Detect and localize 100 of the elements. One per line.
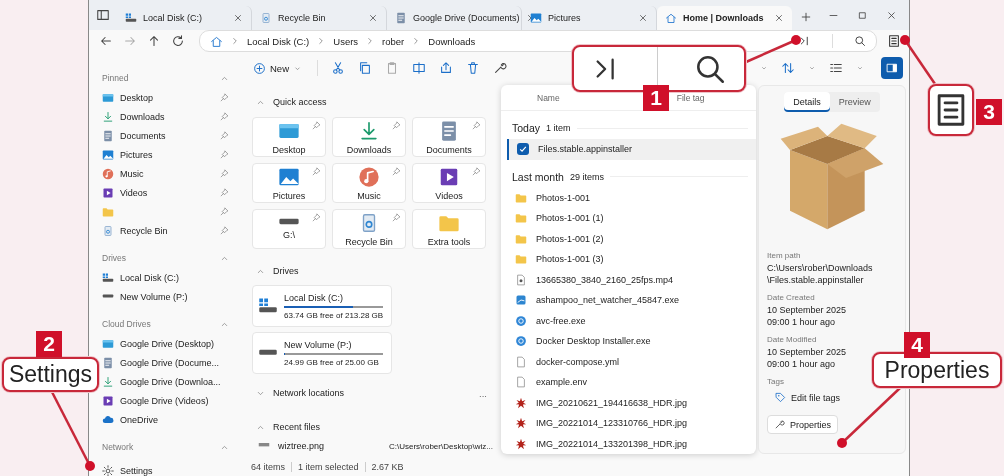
file-name: Files.stable.appinstaller [538, 144, 633, 155]
sidebar-item[interactable]: Videos [120, 187, 148, 198]
file-row[interactable]: 13665380_3840_2160_25fps.mp4 [501, 269, 756, 290]
file-name[interactable]: wiztree.png [278, 441, 325, 451]
plus-icon[interactable] [800, 11, 812, 23]
search-icon[interactable] [854, 35, 866, 47]
sidebar-item[interactable]: Documents [120, 130, 166, 141]
close-icon[interactable] [886, 9, 897, 21]
sidebar-item[interactable]: OneDrive [120, 414, 158, 425]
list-view-icon[interactable] [829, 61, 843, 75]
file-row[interactable]: avc-free.exe [501, 310, 756, 331]
file-row[interactable]: IMG_20210621_194416638_HDR.jpg [501, 392, 756, 413]
address-bar[interactable]: Local Disk (C:) Users rober Downloads [199, 30, 877, 52]
section-label[interactable]: Quick access [273, 97, 327, 107]
wrench-icon[interactable] [493, 61, 507, 75]
document-icon [395, 12, 407, 24]
folder-tile[interactable]: Documents [412, 117, 486, 157]
file-row[interactable]: Photos-1-001 (3) [501, 249, 756, 270]
column-header[interactable]: File tag [676, 92, 705, 103]
sidebar-item[interactable]: Google Drive (Downloa... [120, 376, 221, 387]
folder-tile[interactable]: Pictures [252, 163, 326, 203]
close-icon[interactable] [233, 13, 243, 23]
folder-tile[interactable]: Music [332, 163, 406, 203]
sidebar-item[interactable]: New Volume (P:) [120, 291, 188, 302]
close-icon[interactable] [638, 13, 648, 23]
back-icon[interactable] [99, 34, 113, 48]
refresh-icon[interactable] [171, 34, 185, 48]
drive-card[interactable]: New Volume (P:) 24.99 GB free of 25.00 GB [252, 332, 392, 374]
section-label[interactable]: Drives [273, 266, 299, 276]
pane-tab[interactable]: Preview [829, 92, 880, 112]
checkbox[interactable] [517, 143, 529, 156]
sidebar-icon[interactable] [96, 8, 110, 22]
file-row[interactable]: IMG_20221014_133201398_HDR.jpg [501, 433, 756, 454]
column-header[interactable]: Name [537, 92, 560, 103]
file-row[interactable]: Photos-1-001 (1) [501, 208, 756, 229]
share-icon[interactable] [439, 61, 453, 75]
breadcrumb-item[interactable]: Downloads [428, 35, 476, 47]
details-pane-icon[interactable] [887, 34, 901, 48]
section-label[interactable]: Recent files [273, 422, 321, 432]
settings-item[interactable]: Settings [120, 466, 153, 476]
sidebar-item[interactable]: Google Drive (Docume... [120, 357, 220, 368]
file-row[interactable]: Docker Desktop Installer.exe [501, 331, 756, 352]
wrench-icon [774, 419, 785, 430]
file-name: ashampoo_net_watcher_45847.exe [536, 295, 680, 306]
file-name: IMG_20221014_133201398_HDR.jpg [536, 438, 688, 449]
pane-tab[interactable]: Details [784, 92, 830, 112]
up-icon[interactable] [147, 34, 161, 48]
file-row[interactable]: Photos-1-001 [501, 187, 756, 208]
file-row[interactable]: Files.stable.appinstaller [507, 139, 756, 160]
windows-drive-icon [125, 12, 137, 24]
properties-button[interactable]: Properties [767, 415, 839, 434]
status-text: 1 item selected [291, 462, 365, 472]
sidebar-item[interactable]: Local Disk (C:) [120, 272, 179, 283]
folder-tile[interactable]: Desktop [252, 117, 326, 157]
rename-icon[interactable] [412, 61, 426, 75]
close-icon[interactable] [774, 13, 784, 23]
breadcrumb-item[interactable]: Local Disk (C:) [247, 35, 310, 47]
file-row[interactable]: Photos-1-001 (2) [501, 228, 756, 249]
sidebar-item[interactable]: Google Drive (Desktop) [120, 338, 215, 349]
copy-icon[interactable] [358, 61, 372, 75]
drive-card[interactable]: Local Disk (C:) 63.74 GB free of 213.28 GB [252, 285, 392, 327]
new-button[interactable]: New [251, 59, 304, 77]
sidebar-item[interactable]: Google Drive (Videos) [120, 395, 209, 406]
chevron-bar-icon[interactable] [799, 35, 811, 47]
caret-icon [856, 64, 864, 72]
file-row[interactable]: docker-compose.yml [501, 351, 756, 372]
trash-icon[interactable] [466, 61, 480, 75]
callout-label: Properties [872, 352, 1002, 388]
section-label[interactable]: Network locations [273, 388, 345, 398]
folder-tile[interactable]: Recycle Bin [332, 209, 406, 249]
more-button[interactable]: ... [479, 387, 487, 399]
folder-tile[interactable]: Extra tools [412, 209, 486, 249]
breadcrumb-item[interactable]: Users [333, 35, 359, 47]
sidebar-item[interactable]: Recycle Bin [120, 225, 168, 236]
scissors-icon[interactable] [331, 61, 345, 75]
file-row[interactable]: IMG_20221014_123310766_HDR.jpg [501, 413, 756, 434]
folder-icon [515, 212, 527, 225]
close-icon[interactable] [368, 13, 378, 23]
sidebar-item[interactable]: Downloads [120, 111, 165, 122]
folder-tile[interactable]: Downloads [332, 117, 406, 157]
tile-label: Extra tools [427, 236, 471, 247]
folder-tile[interactable]: Videos [412, 163, 486, 203]
tab[interactable]: Home | Downloads [657, 6, 792, 30]
tile-label: Videos [435, 190, 463, 201]
breadcrumb-item[interactable]: rober [382, 35, 405, 47]
sidebar-item[interactable]: Desktop [120, 92, 154, 103]
file-row[interactable]: example.env [501, 372, 756, 393]
sidebar-item[interactable]: Pictures [120, 149, 153, 160]
sort-arrows-icon[interactable] [781, 61, 795, 75]
folder-icon [515, 191, 527, 204]
home-icon [665, 12, 677, 24]
edit-tags-button[interactable]: Edit file tags [767, 388, 841, 407]
starburst-icon [515, 396, 527, 409]
file-icon [515, 376, 527, 389]
file-row[interactable]: ashampoo_net_watcher_45847.exe [501, 290, 756, 311]
details-pane-button[interactable] [881, 57, 903, 79]
folder-tile[interactable]: G:\ [252, 209, 326, 249]
download-icon [102, 110, 114, 123]
maximize-icon[interactable] [857, 9, 868, 21]
sidebar-item[interactable]: Music [120, 168, 144, 179]
